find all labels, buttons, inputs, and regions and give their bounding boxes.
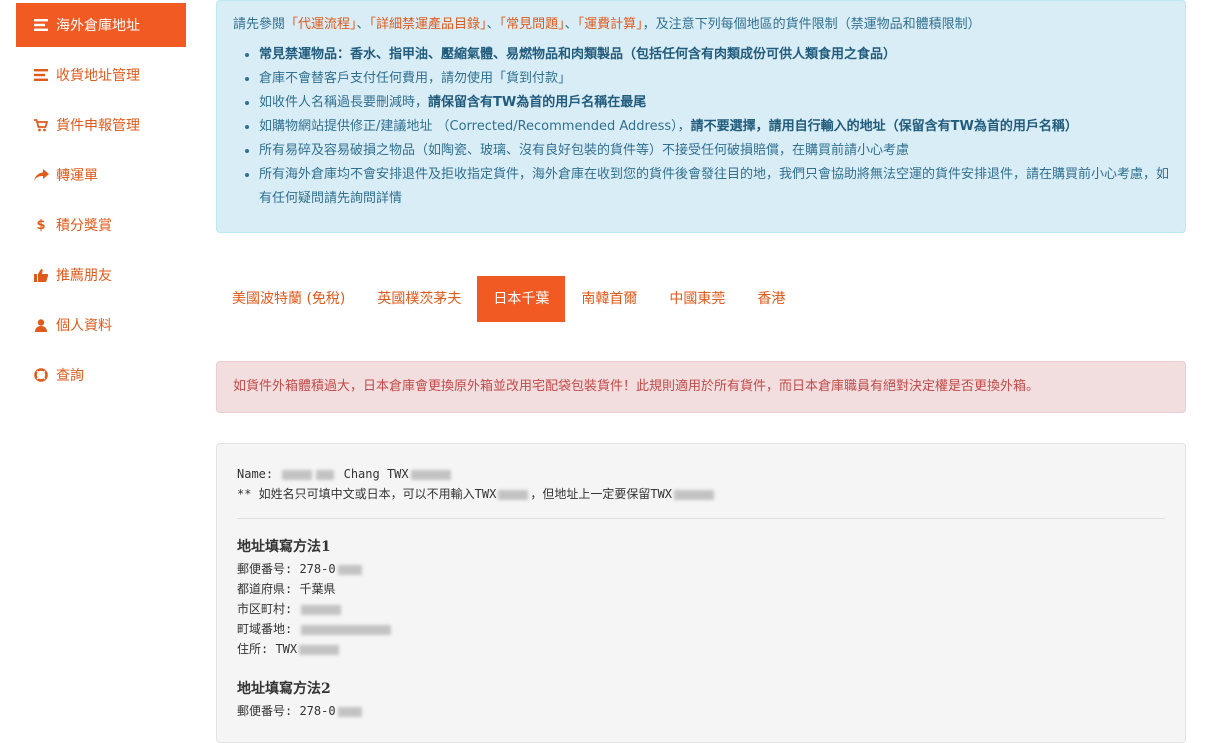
city-row: 市区町村: xyxy=(237,599,1165,619)
address-row: 住所: TWX xyxy=(237,639,1165,659)
intro-suffix: ，及注意下列每個地區的貨件限制（禁運物品和體積限制） xyxy=(642,17,981,32)
link-prohibited-items[interactable]: 「詳細禁運產品目錄」 xyxy=(370,17,487,32)
sidebar-item-label: 推薦朋友 xyxy=(56,268,112,284)
redacted-text xyxy=(674,489,715,500)
redacted-text xyxy=(301,604,342,615)
sidebar-item-label: 收貨地址管理 xyxy=(56,68,140,84)
list-icon xyxy=(32,67,50,83)
restrictions-list: 常見禁運物品：香水、指甲油、壓縮氣體、易燃物品和肉類製品（包括任何含有肉類成份可… xyxy=(233,43,1169,211)
separator: 、 xyxy=(356,17,370,32)
japan-warning-alert: 如貨件外箱體積過大，日本倉庫會更換原外箱並改用宅配袋包裝貨件！此規則適用於所有貨… xyxy=(216,361,1186,413)
bullet-text: 常見禁運物品：香水、指甲油、壓縮氣體、易燃物品和肉類製品（包括任何含有肉類成份可… xyxy=(259,47,897,62)
sidebar-item-label: 轉運單 xyxy=(56,168,98,184)
note-text: ，但地址上一定要保留TWX xyxy=(530,487,673,501)
postal-label: 郵便番号: xyxy=(237,704,300,718)
link-shipping-process[interactable]: 「代運流程」 xyxy=(285,17,357,32)
sidebar-item-warehouse-address[interactable]: 海外倉庫地址 xyxy=(16,3,186,47)
redacted-text xyxy=(410,469,451,480)
method2-title: 地址填寫方法2 xyxy=(237,681,331,697)
sidebar-nav: 海外倉庫地址 收貨地址管理 貨件申報管理 轉運單 $ 積分獎賞 推薦朋友 個人資… xyxy=(16,3,186,403)
list-item: 如收件人名稱過長要刪減時，請保留含有TW為首的用戶名稱在最尾 xyxy=(259,91,1169,115)
redacted-text xyxy=(337,706,362,717)
tab-korea-seoul[interactable]: 南韓首爾 xyxy=(565,276,653,322)
sidebar-item-label: 海外倉庫地址 xyxy=(56,18,140,34)
postal-label: 郵便番号: xyxy=(237,562,300,576)
tab-japan-chiba[interactable]: 日本千葉 xyxy=(477,276,566,322)
postal-code-row: 郵便番号: 278-0 xyxy=(237,701,1165,721)
sidebar-item-label: 個人資料 xyxy=(56,318,112,334)
bullet-text: 如收件人名稱過長要刪減時， xyxy=(259,95,429,110)
redacted-text xyxy=(299,644,340,655)
restrictions-info-box: 請先參閱「代運流程」、「詳細禁運產品目錄」、「常見問題」、「運費計算」，及注意下… xyxy=(216,0,1186,233)
sidebar-item-label: 積分獎賞 xyxy=(56,218,112,234)
address-panel: Name: Chang TWX ** 如姓名只可填中文或日本，可以不用輸入TWX… xyxy=(216,443,1186,743)
street-row: 町域番地: xyxy=(237,619,1165,639)
tab-uk-portsmouth[interactable]: 英國樸茨茅夫 xyxy=(361,276,477,322)
list-item: 常見禁運物品：香水、指甲油、壓縮氣體、易燃物品和肉類製品（包括任何含有肉類成份可… xyxy=(259,43,1169,67)
bullet-emphasis: 請不要選擇，請用自行輸入的地址（保留含有TW為首的用戶名稱） xyxy=(690,119,1078,134)
bullet-text: 倉庫不會替客戶支付任何費用，請勿使用「貨到付款」 xyxy=(259,71,572,86)
name-line: Name: Chang TWX xyxy=(237,464,1165,484)
method1-title: 地址填寫方法1 xyxy=(237,539,331,555)
address-value: TWX xyxy=(275,642,298,656)
city-label: 市区町村: xyxy=(237,602,300,616)
name-note: ** 如姓名只可填中文或日本，可以不用輸入TWX ，但地址上一定要保留TWX xyxy=(237,484,1165,504)
sidebar-item-label: 查詢 xyxy=(56,368,84,384)
sidebar-item-points-reward[interactable]: $ 積分獎賞 xyxy=(16,203,186,247)
warehouse-tabs: 美國波特蘭 (免稅) 英國樸茨茅夫 日本千葉 南韓首爾 中國東莞 香港 xyxy=(216,276,801,322)
list-icon xyxy=(32,17,50,33)
list-item: 倉庫不會替客戶支付任何費用，請勿使用「貨到付款」 xyxy=(259,67,1169,91)
address-label: 住所: xyxy=(237,642,276,656)
prefecture-value: 千葉県 xyxy=(299,582,336,596)
cart-icon xyxy=(32,117,50,133)
bullet-emphasis: 請保留含有TW為首的用戶名稱在最尾 xyxy=(428,95,647,110)
redacted-text xyxy=(337,564,362,575)
intro-prefix: 請先參閱 xyxy=(233,17,286,32)
name-value: Chang TWX xyxy=(343,467,409,481)
list-item: 所有易碎及容易破損之物品（如陶瓷、玻璃、沒有良好包裝的貨件等）不接受任何破損賠償… xyxy=(259,139,1169,163)
sidebar-item-profile[interactable]: 個人資料 xyxy=(16,303,186,347)
bullet-text: 所有易碎及容易破損之物品（如陶瓷、玻璃、沒有良好包裝的貨件等）不接受任何破損賠償… xyxy=(259,143,910,158)
sidebar-item-shipment-declaration[interactable]: 貨件申報管理 xyxy=(16,103,186,147)
postal-value: 278-0 xyxy=(299,562,336,576)
sidebar-item-refer-friend[interactable]: 推薦朋友 xyxy=(16,253,186,297)
tab-us-portland[interactable]: 美國波特蘭 (免稅) xyxy=(216,276,361,322)
share-arrow-icon xyxy=(32,167,50,183)
prefecture-row: 都道府県: 千葉県 xyxy=(237,579,1165,599)
prefecture-label: 都道府県: xyxy=(237,582,300,596)
redacted-text xyxy=(282,469,313,480)
divider xyxy=(237,518,1165,519)
bullet-text: 如購物網站提供修正/建議地址 （Corrected/Recommended Ad… xyxy=(259,119,691,134)
sidebar-item-forwarding-order[interactable]: 轉運單 xyxy=(16,153,186,197)
link-shipping-calculator[interactable]: 「運費計算」 xyxy=(578,17,643,32)
name-label: Name: xyxy=(237,467,281,481)
separator: 、 xyxy=(564,17,578,32)
sidebar-item-receiving-address[interactable]: 收貨地址管理 xyxy=(16,53,186,97)
user-icon xyxy=(32,317,50,333)
thumbs-up-icon xyxy=(32,267,50,283)
link-faq[interactable]: 「常見問題」 xyxy=(500,17,565,32)
tab-china-dongguan[interactable]: 中國東莞 xyxy=(653,276,741,322)
dollar-icon: $ xyxy=(36,217,46,233)
street-label: 町域番地: xyxy=(237,622,300,636)
postal-value: 278-0 xyxy=(299,704,336,718)
separator: 、 xyxy=(486,17,500,32)
tab-hong-kong[interactable]: 香港 xyxy=(741,276,801,322)
list-item: 如購物網站提供修正/建議地址 （Corrected/Recommended Ad… xyxy=(259,115,1169,139)
bullet-text: 所有海外倉庫均不會安排退件及拒收指定貨件，海外倉庫在收到您的貨件後會發往目的地，… xyxy=(259,167,1170,206)
sidebar-item-inquiry[interactable]: 查詢 xyxy=(16,353,186,397)
postal-code-row: 郵便番号: 278-0 xyxy=(237,559,1165,579)
redacted-text xyxy=(498,489,529,500)
sidebar-item-label: 貨件申報管理 xyxy=(56,118,140,134)
lifebuoy-icon xyxy=(32,367,50,383)
info-intro: 請先參閱「代運流程」、「詳細禁運產品目錄」、「常見問題」、「運費計算」，及注意下… xyxy=(233,15,1169,35)
redacted-text xyxy=(301,624,392,635)
note-text: ** 如姓名只可填中文或日本，可以不用輸入TWX xyxy=(237,487,497,501)
redacted-text xyxy=(316,469,335,480)
list-item: 所有海外倉庫均不會安排退件及拒收指定貨件，海外倉庫在收到您的貨件後會發往目的地，… xyxy=(259,163,1169,211)
